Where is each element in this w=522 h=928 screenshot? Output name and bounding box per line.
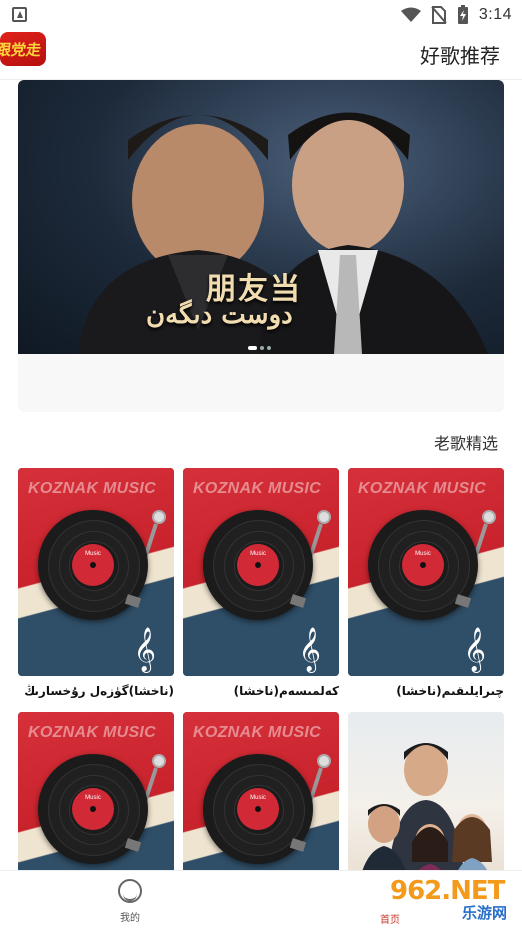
song-title[interactable]: چىرايلىقىم(ناخشا) (348, 684, 504, 698)
battery-charging-icon (457, 5, 468, 24)
record-knob (152, 510, 166, 524)
app-header: 跟党走 好歌推荐 (0, 30, 522, 80)
album-cover[interactable]: KOZNAK MUSIC Music 𝄞 (183, 468, 339, 676)
record-label: Music (250, 551, 266, 557)
user-icon (118, 879, 142, 903)
logo-text: 跟党走 (0, 41, 43, 59)
status-bar: 3:14 (0, 0, 522, 30)
nav-me-label: 我的 (120, 913, 140, 924)
album-cover[interactable]: KOZNAK MUSIC Music 𝄞 (18, 468, 174, 676)
song-card[interactable]: KOZNAK MUSIC Music 𝄞 كەلمىسەم(ناخشا) (183, 468, 339, 698)
treble-clef-icon: 𝄞 (133, 627, 156, 671)
album-cover[interactable]: KOZNAK MUSIC Music 𝄞 (348, 468, 504, 676)
record-knob (317, 510, 331, 524)
status-icons: 3:14 (400, 4, 512, 26)
notification-icon (12, 7, 27, 22)
record-knob (482, 510, 496, 524)
watermark-text: 乐游网 (462, 904, 508, 922)
carousel-dot-1 (248, 346, 257, 350)
banner-slide[interactable]: 朋友当 دوست دىگەن (18, 80, 504, 354)
song-title[interactable]: (ناخشا)گۈزەل رۇخسارىڭ (18, 684, 174, 698)
app-logo[interactable]: 跟党走 (0, 32, 46, 66)
treble-clef-icon: 𝄞 (298, 627, 321, 671)
record-knob (152, 754, 166, 768)
cover-brand: KOZNAK MUSIC (28, 724, 157, 741)
wifi-icon (400, 7, 421, 22)
song-card[interactable]: KOZNAK MUSIC Music 𝄞 چىرايلىقىم(ناخشا) (348, 468, 504, 698)
song-title[interactable]: كەلمىسەم(ناخشا) (183, 684, 339, 698)
carousel-dot-2 (260, 346, 264, 350)
section-title: 老歌精选 (433, 434, 498, 453)
record-label: Music (415, 551, 431, 557)
clock: 3:14 (478, 6, 512, 23)
song-card[interactable]: KOZNAK MUSIC Music 𝄞 (ناخشا)گۈزەل رۇخسار… (18, 468, 174, 698)
cover-brand: KOZNAK MUSIC (193, 480, 322, 497)
no-sim-icon (431, 6, 447, 24)
record-label: Music (85, 551, 101, 557)
nav-me[interactable]: 我的 (108, 879, 152, 924)
page-title: 好歌推荐 (420, 44, 500, 68)
carousel-dot-3 (267, 346, 271, 350)
cover-brand: KOZNAK MUSIC (28, 480, 157, 497)
cover-brand: KOZNAK MUSIC (358, 480, 487, 497)
banner-subtitle: دوست دىگەن (146, 300, 293, 330)
record-knob (317, 754, 331, 768)
record-label: Music (85, 795, 101, 801)
treble-clef-icon: 𝄞 (463, 627, 486, 671)
cover-brand: KOZNAK MUSIC (193, 724, 322, 741)
record-label: Music (250, 795, 266, 801)
watermark: 962.NET 乐游网 (380, 876, 520, 928)
carousel-indicator (248, 346, 271, 350)
banner-card: 朋友当 دوست دىگەن (18, 80, 504, 412)
